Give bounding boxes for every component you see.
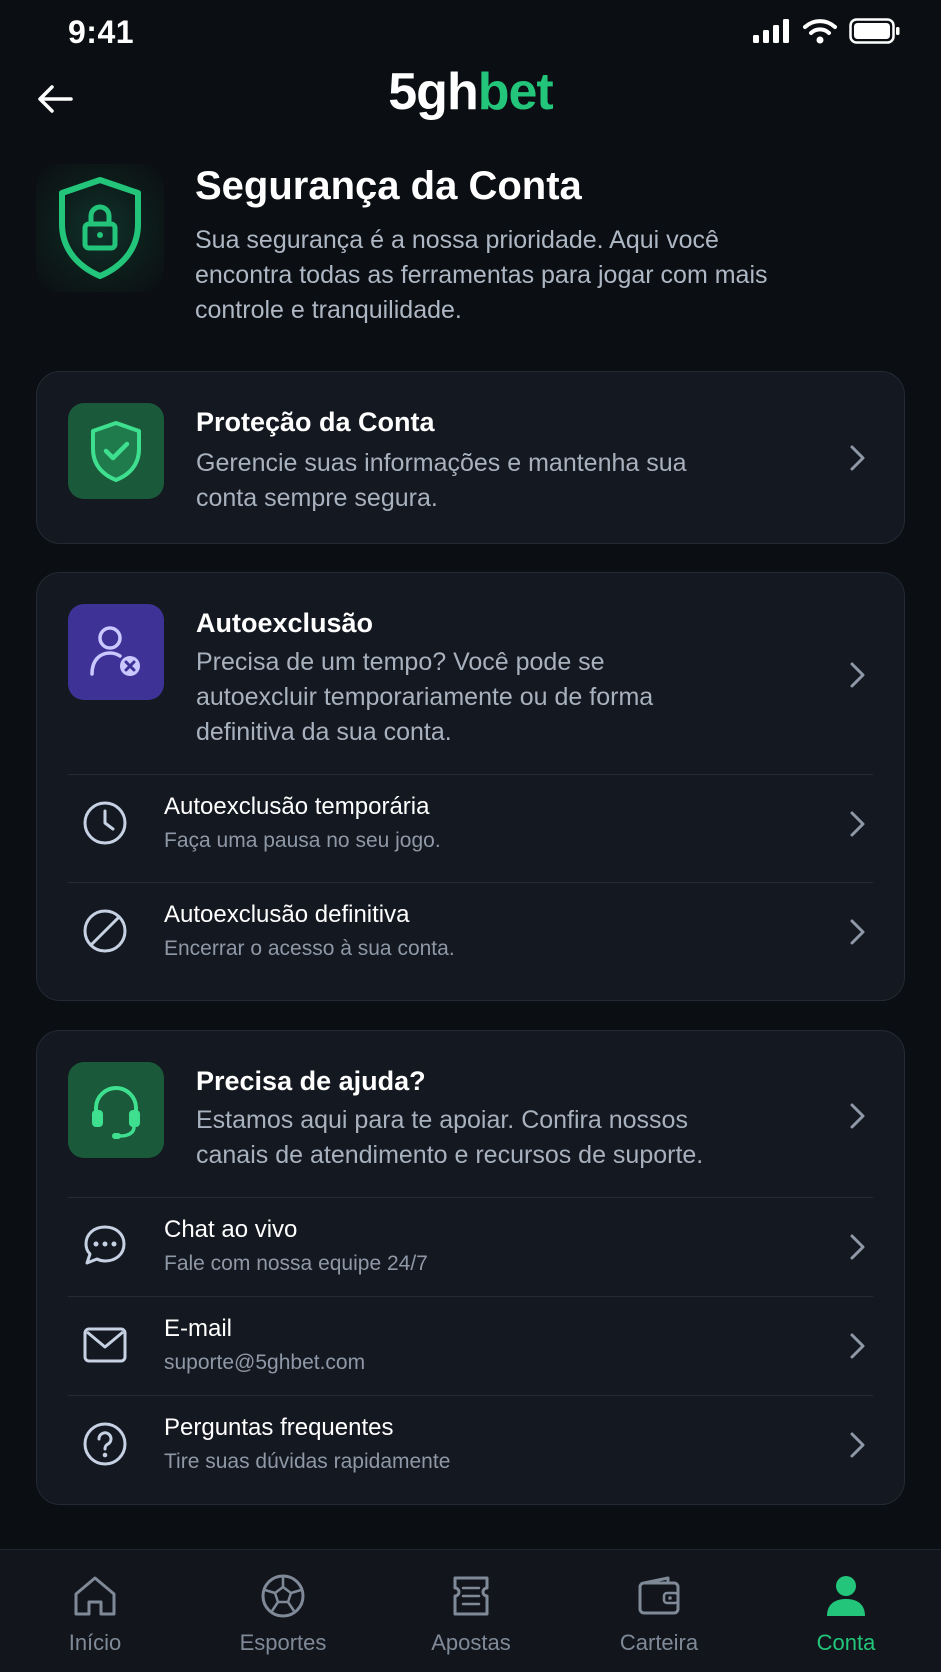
shield-check-icon — [91, 421, 141, 482]
logo: 5ghbet — [0, 62, 941, 122]
logo-part-1: 5gh — [388, 63, 478, 121]
user-remove-icon — [90, 626, 140, 676]
chevron-right-icon — [846, 443, 870, 473]
nav-item-inicio[interactable]: Início — [20, 1550, 170, 1672]
account-protection-title: Proteção da Conta — [196, 407, 435, 437]
shield-lock-icon — [59, 177, 141, 279]
nav-label: Início — [68, 1630, 122, 1655]
chevron-right-icon — [846, 809, 870, 839]
help-title: Precisa de ajuda? — [196, 1066, 426, 1096]
live-chat-row[interactable]: Chat ao vivo Fale com nossa equipe 24/7 — [37, 1198, 904, 1296]
help-link[interactable]: Precisa de ajuda? Estamos aqui para te a… — [37, 1031, 904, 1197]
nav-item-carteira[interactable]: Carteira — [584, 1550, 734, 1672]
temporary-exclusion-row[interactable]: Autoexclusão temporária Faça uma pausa n… — [37, 775, 904, 873]
shield-lock-badge — [36, 164, 164, 292]
nav-item-conta[interactable]: Conta — [771, 1550, 921, 1672]
clock-icon — [81, 799, 129, 847]
signal-icon — [753, 19, 789, 43]
chevron-right-icon — [846, 1232, 870, 1262]
self-exclusion-link[interactable]: Autoexclusão Precisa de um tempo? Você p… — [37, 573, 904, 775]
self-exclusion-card: Autoexclusão Precisa de um tempo? Você p… — [36, 572, 905, 1001]
user-remove-tile — [68, 604, 164, 700]
nav-label: Apostas — [431, 1630, 511, 1655]
account-protection-description: Gerencie suas informações e mantenha sua… — [196, 449, 687, 512]
permanent-exclusion-subtitle: Encerrar o acesso à sua conta. — [164, 937, 455, 960]
account-protection-link[interactable]: Proteção da Conta Gerencie suas informaç… — [37, 372, 904, 545]
live-chat-title: Chat ao vivo — [164, 1216, 298, 1243]
live-chat-subtitle: Fale com nossa equipe 24/7 — [164, 1252, 428, 1275]
email-row[interactable]: E-mail suporte@5ghbet.com — [37, 1297, 904, 1395]
chevron-right-icon — [846, 1101, 870, 1131]
account-protection-card[interactable]: Proteção da Conta Gerencie suas informaç… — [36, 371, 905, 544]
temporary-exclusion-title: Autoexclusão temporária — [164, 793, 430, 820]
chevron-right-icon — [846, 660, 870, 690]
self-exclusion-title: Autoexclusão — [196, 608, 374, 638]
nav-item-apostas[interactable]: Apostas — [396, 1550, 546, 1672]
status-time: 9:41 — [68, 14, 135, 50]
help-description: Estamos aqui para te apoiar. Confira nos… — [196, 1106, 704, 1169]
shield-check-tile — [68, 403, 164, 499]
permanent-exclusion-row[interactable]: Autoexclusão definitiva Encerrar o acess… — [37, 883, 904, 981]
email-address: suporte@5ghbet.com — [164, 1351, 366, 1374]
home-icon — [71, 1572, 119, 1620]
user-icon — [822, 1572, 870, 1620]
nav-label: Carteira — [619, 1630, 699, 1655]
faq-subtitle: Tire suas dúvidas rapidamente — [164, 1450, 451, 1473]
page-title: Segurança da Conta — [195, 164, 582, 208]
nav-label: Conta — [816, 1630, 876, 1655]
help-card: Precisa de ajuda? Estamos aqui para te a… — [36, 1030, 905, 1505]
headset-tile — [68, 1062, 164, 1158]
email-title: E-mail — [164, 1315, 233, 1342]
mail-icon — [81, 1321, 129, 1369]
page-description: Sua segurança é a nossa prioridade. Aqui… — [195, 226, 768, 324]
headset-icon — [92, 1086, 140, 1139]
wallet-icon — [635, 1572, 683, 1620]
ticket-icon — [447, 1572, 495, 1620]
chat-icon — [81, 1222, 129, 1270]
faq-title: Perguntas frequentes — [164, 1414, 394, 1441]
logo-part-2: bet — [477, 63, 554, 121]
nav-label: Esportes — [239, 1630, 327, 1655]
chevron-right-icon — [846, 1430, 870, 1460]
permanent-exclusion-title: Autoexclusão definitiva — [164, 901, 410, 928]
bottom-nav: Início Esportes Apostas Carteira Conta — [0, 1549, 941, 1672]
faq-row[interactable]: Perguntas frequentes Tire suas dúvidas r… — [37, 1396, 904, 1494]
temporary-exclusion-subtitle: Faça uma pausa no seu jogo. — [164, 829, 441, 852]
chevron-right-icon — [846, 1331, 870, 1361]
chevron-right-icon — [846, 917, 870, 947]
status-icons — [753, 18, 901, 44]
question-icon — [81, 1420, 129, 1468]
self-exclusion-description: Precisa de um tempo? Você pode se autoex… — [196, 648, 654, 746]
nav-item-esportes[interactable]: Esportes — [208, 1550, 358, 1672]
block-icon — [81, 907, 129, 955]
wifi-icon — [803, 19, 837, 44]
soccer-ball-icon — [259, 1572, 307, 1620]
battery-icon — [849, 18, 900, 44]
